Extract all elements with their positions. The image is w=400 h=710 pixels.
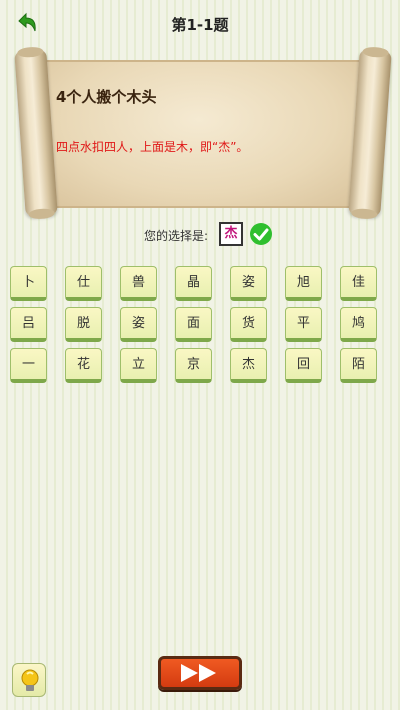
next-button[interactable] bbox=[158, 656, 242, 690]
choice-tile[interactable]: 平 bbox=[285, 307, 322, 342]
choice-tile[interactable]: 兽 bbox=[120, 266, 157, 301]
choice-tile[interactable]: 一 bbox=[10, 348, 47, 383]
answer-row: 您的选择是: 杰 bbox=[0, 222, 400, 248]
scroll-paper bbox=[38, 60, 360, 208]
choice-tile[interactable]: 回 bbox=[285, 348, 322, 383]
riddle-explanation: 四点水扣四人，上面是木，即“杰”。 bbox=[56, 140, 249, 154]
choice-tile[interactable]: 姿 bbox=[230, 266, 267, 301]
choice-tile[interactable]: 吕 bbox=[10, 307, 47, 342]
choice-tile[interactable]: 晶 bbox=[175, 266, 212, 301]
choice-tile[interactable]: 脱 bbox=[65, 307, 102, 342]
page-title: 第1-1题 bbox=[171, 16, 229, 34]
selected-answer: 杰 bbox=[219, 222, 243, 246]
choice-tile[interactable]: 佳 bbox=[340, 266, 377, 301]
choice-tile[interactable]: 卜 bbox=[10, 266, 47, 301]
choice-tile[interactable]: 面 bbox=[175, 307, 212, 342]
choice-tile[interactable]: 京 bbox=[175, 348, 212, 383]
choice-tile[interactable]: 立 bbox=[120, 348, 157, 383]
answer-label: 您的选择是: bbox=[144, 229, 209, 243]
question-scroll: 4个人搬个木头 四点水扣四人，上面是木，即“杰”。 bbox=[10, 49, 392, 218]
hint-button[interactable] bbox=[12, 663, 46, 697]
choice-tile[interactable]: 鸠 bbox=[340, 307, 377, 342]
header: 第1-1题 bbox=[0, 0, 400, 44]
choice-tile[interactable]: 货 bbox=[230, 307, 267, 342]
check-circle-icon bbox=[249, 222, 273, 246]
choice-tile[interactable]: 陌 bbox=[340, 348, 377, 383]
fast-forward-icon bbox=[181, 664, 216, 682]
choice-tile[interactable]: 杰 bbox=[230, 348, 267, 383]
riddle-question: 4个人搬个木头 bbox=[56, 88, 157, 106]
choice-tile[interactable]: 旭 bbox=[285, 266, 322, 301]
choice-tile[interactable]: 仕 bbox=[65, 266, 102, 301]
choice-tile[interactable]: 姿 bbox=[120, 307, 157, 342]
choice-tile[interactable]: 花 bbox=[65, 348, 102, 383]
lightbulb-icon bbox=[21, 669, 39, 691]
